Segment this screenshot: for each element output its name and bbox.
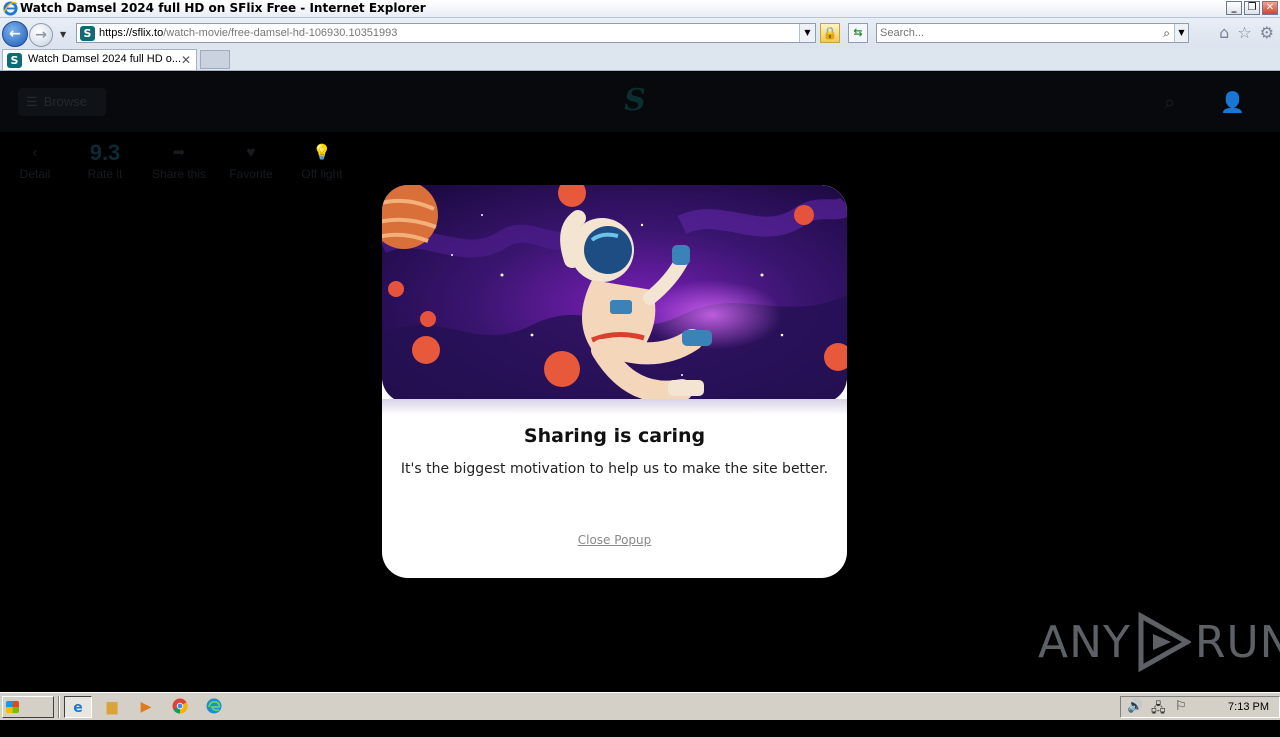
popup-heading: Sharing is caring — [523, 425, 706, 447]
share-label: Share this — [151, 167, 207, 181]
close-popup-link[interactable]: Close Popup — [382, 533, 847, 547]
search-dropdown-icon[interactable]: ▼ — [1174, 24, 1188, 42]
forward-button[interactable]: → — [29, 23, 53, 47]
popup-subtext: It's the biggest motivation to help us t… — [400, 461, 829, 477]
compatibility-refresh-icon[interactable]: ⇆ — [848, 23, 868, 43]
watermark-left-text: ANY — [1038, 616, 1131, 668]
network-icon[interactable]: 🖧 — [1151, 699, 1166, 721]
off-light-action[interactable]: 💡 Off light — [298, 142, 346, 181]
off-light-label: Off light — [301, 167, 343, 181]
windows-taskbar: Start e ▆ ▶ 🔊 🖧 ⚐ 7:13 PM — [0, 692, 1280, 734]
lightbulb-icon: 💡 — [312, 144, 332, 161]
favorites-star-icon[interactable]: ☆ — [1237, 24, 1251, 42]
taskbar-file-explorer-icon[interactable]: ▆ — [98, 696, 126, 718]
favorite-label: Favorite — [229, 167, 273, 181]
taskbar-internet-explorer-icon[interactable]: e — [64, 696, 92, 718]
chrome-logo-icon — [172, 698, 188, 714]
taskbar-chrome-icon[interactable] — [166, 696, 194, 718]
art-shadow — [382, 399, 847, 415]
window-title: Watch Damsel 2024 full HD on SFlix Free … — [20, 1, 426, 15]
site-logo[interactable]: S — [618, 84, 652, 118]
browser-toolbar-icons: ⌂ ☆ ⚙ — [1219, 24, 1274, 42]
address-dropdown-icon[interactable]: ▼ — [799, 24, 815, 42]
window-title-bar: Watch Damsel 2024 full HD on SFlix Free … — [0, 0, 1280, 18]
share-action[interactable]: ➦ Share this — [150, 142, 208, 181]
recent-pages-dropdown-icon[interactable]: ▼ — [60, 30, 66, 39]
browse-label: Browse — [43, 94, 88, 109]
menu-icon: ☰ — [26, 94, 38, 109]
rating-value: 9.3 — [89, 140, 121, 165]
system-tray: 🔊 🖧 ⚐ 7:13 PM — [1120, 696, 1280, 718]
address-url[interactable]: https://sflix.to/watch-movie/free-damsel… — [99, 27, 397, 39]
detail-action[interactable]: ‹ Detail — [18, 142, 52, 181]
browse-button[interactable]: ☰ Browse — [18, 88, 106, 116]
chevron-left-icon: ‹ — [32, 144, 38, 161]
search-input[interactable] — [880, 26, 1150, 40]
windows-logo-icon — [6, 701, 19, 713]
tab-favicon-icon: S — [7, 53, 22, 68]
volume-icon[interactable]: 🔊 — [1127, 699, 1143, 714]
site-favicon-icon: S — [80, 26, 95, 41]
detail-label: Detail — [19, 167, 51, 181]
home-icon[interactable]: ⌂ — [1219, 24, 1229, 42]
astronaut-illustration — [382, 185, 847, 403]
play-triangle-icon — [1138, 612, 1191, 672]
watermark-right-text: RUN — [1194, 616, 1280, 668]
tab-bar: S Watch Damsel 2024 full HD o... ✕ — [0, 48, 1280, 71]
address-bar[interactable]: S https://sflix.to/watch-movie/free-dams… — [76, 23, 816, 43]
tab-close-icon[interactable]: ✕ — [181, 53, 191, 67]
security-lock-icon[interactable]: 🔒 — [820, 23, 840, 43]
arrow-left-icon: ← — [9, 26, 21, 42]
rate-action[interactable]: 9.3 Rate it — [84, 140, 126, 182]
space-illustration — [382, 185, 847, 403]
start-label: Start — [6, 720, 41, 734]
site-search-icon[interactable]: ⌕ — [1164, 90, 1175, 114]
favorite-action[interactable]: ♥ Favorite — [228, 142, 274, 181]
user-account-icon[interactable]: 👤 — [1220, 90, 1245, 114]
action-center-flag-icon[interactable]: ⚐ — [1175, 699, 1187, 714]
restore-button[interactable]: ❐ — [1244, 1, 1260, 15]
heart-icon: ♥ — [246, 144, 256, 161]
taskbar-separator — [58, 696, 60, 718]
edge-logo-icon — [206, 698, 222, 714]
back-button[interactable]: ← — [2, 21, 28, 47]
tab-active[interactable]: S Watch Damsel 2024 full HD o... ✕ — [2, 49, 197, 70]
start-button[interactable]: Start — [2, 696, 54, 734]
share-icon: ➦ — [172, 144, 186, 161]
site-header: ☰ Browse S ⌕ 👤 — [0, 72, 1280, 132]
url-domain: https://sflix.to — [99, 27, 164, 39]
movie-action-bar: ‹ Detail 9.3 Rate it ➦ Share this ♥ Favo… — [0, 142, 400, 192]
minimize-button[interactable]: _ — [1226, 1, 1242, 15]
tab-label: Watch Damsel 2024 full HD o... — [28, 53, 182, 65]
url-path: /watch-movie/free-damsel-hd-106930.10351… — [163, 27, 398, 39]
page-content: ☰ Browse S ⌕ 👤 ‹ Detail 9.3 Rate it ➦ Sha… — [0, 72, 1280, 692]
new-tab-button[interactable] — [200, 50, 230, 69]
search-box[interactable]: ⌕ ▼ — [876, 23, 1189, 43]
close-window-button[interactable]: ✕ — [1262, 1, 1278, 15]
tools-gear-icon[interactable]: ⚙ — [1260, 24, 1274, 42]
rate-label: Rate it — [87, 167, 123, 181]
navigation-bar: ← → ▼ S https://sflix.to/watch-movie/fre… — [0, 18, 1280, 48]
taskbar-media-player-icon[interactable]: ▶ — [132, 696, 160, 718]
arrow-right-icon: → — [35, 27, 47, 43]
internet-explorer-icon — [3, 1, 18, 16]
window-controls: _ ❐ ✕ — [1226, 1, 1278, 15]
clock[interactable]: 7:13 PM — [1228, 701, 1269, 713]
taskbar-edge-icon[interactable] — [200, 696, 228, 718]
search-icon[interactable]: ⌕ — [1163, 26, 1170, 41]
anyrun-watermark: ANY RUN — [1038, 610, 1280, 674]
share-popup: Sharing is caring It's the biggest motiv… — [382, 185, 847, 578]
